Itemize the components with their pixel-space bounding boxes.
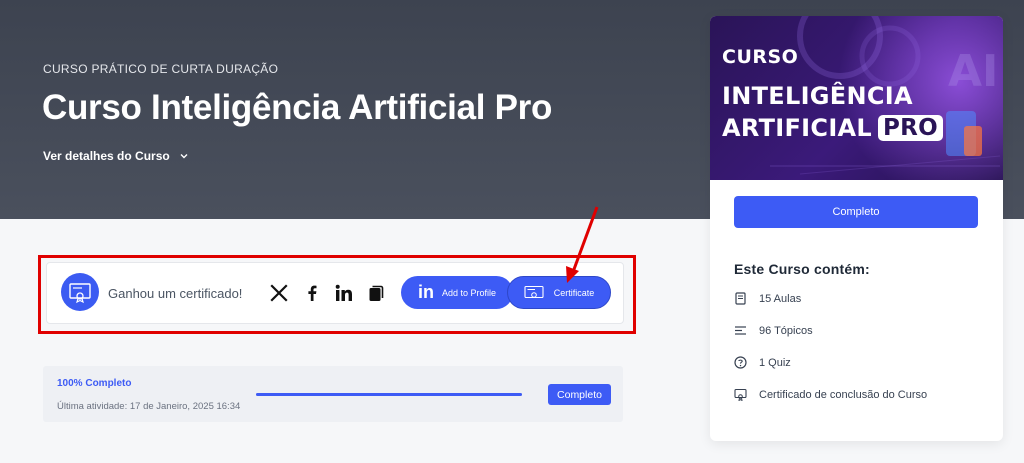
complete-button[interactable]: Completo — [734, 196, 978, 228]
copy-icon — [369, 285, 384, 301]
progress-percent: 100% Completo — [57, 378, 132, 389]
course-sidebar: AI CURSO INTELIGÊNCIA ARTIFICIAL PRO Com… — [710, 16, 1003, 441]
certificate-icon — [734, 388, 747, 401]
feature-item: 1 Quiz — [734, 356, 791, 369]
banner-line1: INTELIGÊNCIA — [722, 82, 913, 110]
certificate-button[interactable]: Certificate — [507, 276, 611, 309]
certificate-badge — [61, 273, 99, 311]
certificate-icon — [524, 285, 544, 298]
last-activity: Última atividade: 17 de Janeiro, 2025 16… — [57, 401, 241, 412]
course-banner: AI CURSO INTELIGÊNCIA ARTIFICIAL PRO — [710, 16, 1003, 180]
banner-line2-text: ARTIFICIAL — [722, 114, 873, 142]
certificate-label: Certificate — [553, 287, 595, 298]
banner-ai-text: AI — [948, 46, 999, 97]
linkedin-icon: in — [417, 282, 434, 302]
feature-item: Certificado de conclusão do Curso — [734, 388, 927, 401]
list-icon — [735, 326, 746, 335]
progress-bar — [256, 393, 522, 396]
add-to-profile-button[interactable]: in Add to Profile — [401, 276, 513, 309]
feature-item: 96 Tópicos — [734, 324, 813, 337]
feature-label: Certificado de conclusão do Curso — [759, 388, 928, 401]
progress-complete-button[interactable]: Completo — [548, 384, 611, 405]
banner-pro-badge: PRO — [878, 115, 944, 141]
question-icon — [734, 356, 747, 369]
share-x[interactable] — [269, 283, 289, 303]
banner-line2: ARTIFICIAL PRO — [722, 114, 944, 142]
feature-label: 1 Quiz — [759, 356, 791, 369]
course-contains-title: Este Curso contém: — [734, 261, 870, 277]
add-to-profile-label: Add to Profile — [441, 287, 497, 298]
share-facebook[interactable] — [302, 283, 322, 303]
course-eyebrow: CURSO PRÁTICO DE CURTA DURAÇÃO — [43, 62, 279, 76]
facebook-icon — [308, 285, 317, 301]
banner-curso: CURSO — [722, 46, 799, 68]
feature-item: 15 Aulas — [734, 292, 801, 305]
feature-label: 15 Aulas — [759, 292, 802, 305]
certificate-icon — [69, 283, 91, 304]
course-details-toggle[interactable]: Ver detalhes do Curso — [43, 149, 190, 163]
page-title: Curso Inteligência Artificial Pro — [42, 88, 553, 127]
chevron-down-icon — [180, 154, 188, 159]
course-details-label: Ver detalhes do Curso — [43, 149, 170, 163]
feature-label: 96 Tópicos — [759, 324, 813, 337]
share-copy[interactable] — [366, 283, 386, 303]
certificate-earned-text: Ganhou um certificado! — [108, 286, 243, 301]
x-icon — [270, 284, 288, 302]
linkedin-icon — [335, 284, 352, 301]
share-linkedin[interactable] — [334, 283, 354, 303]
progress-bar-fill — [256, 393, 522, 396]
book-icon — [735, 292, 746, 305]
